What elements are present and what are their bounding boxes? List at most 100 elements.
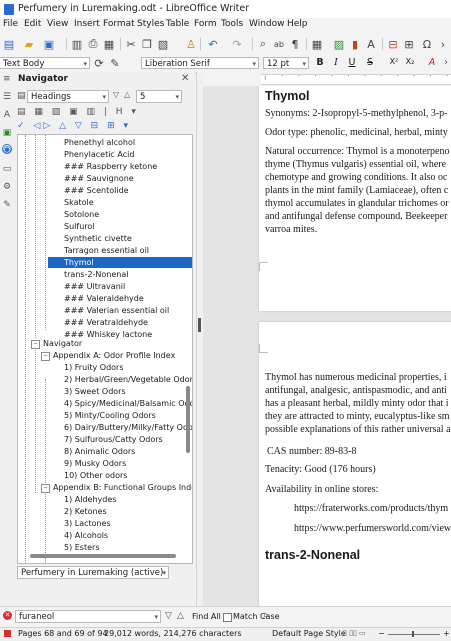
styles-icon[interactable]: A	[2, 110, 12, 120]
page-68[interactable]: Thymol Synonyms: 2-Isopropyl-5-methylphe…	[259, 86, 451, 311]
tree-item[interactable]: ### Raspberry ketone	[64, 161, 157, 172]
menu-view[interactable]: View	[47, 19, 68, 29]
insert-table-icon[interactable]: ▦	[310, 37, 324, 51]
tree-horizontal-scrollbar[interactable]	[30, 554, 176, 558]
clone-formatting-icon[interactable]: ♙	[184, 37, 198, 51]
italic-button[interactable]: I	[330, 57, 342, 68]
zoom-in-icon[interactable]: +	[443, 629, 450, 638]
chevron-up-icon[interactable]: △	[124, 90, 130, 99]
update-style-icon[interactable]: ⟳	[92, 56, 106, 70]
superscript-button[interactable]: X²	[388, 57, 400, 66]
tree-item[interactable]: 8) Animalic Odors	[64, 446, 135, 457]
search-input[interactable]: furaneol ▾	[15, 610, 161, 623]
toolbar2-overflow-icon[interactable]: ›	[440, 57, 451, 68]
document-select[interactable]: Perfumery in Luremaking (active) ▾	[17, 566, 169, 579]
tree-item[interactable]: 1) Fruity Odors	[64, 362, 124, 373]
insert-image-icon[interactable]: ▨	[332, 37, 346, 51]
tree-item[interactable]: 9) Musky Odors	[64, 458, 126, 469]
formatting-marks-icon[interactable]: ¶	[288, 37, 302, 51]
tree-item[interactable]: Phenylacetic Acid	[64, 149, 134, 160]
tree-item[interactable]: Sulfurol	[64, 221, 95, 232]
find-replace-icon[interactable]: ⌕	[263, 610, 269, 621]
navigator-tree[interactable]: Phenethyl alcohol Phenylacetic Acid ### …	[17, 134, 193, 564]
store-link[interactable]: https://fraterworks.com/products/thym	[294, 503, 448, 516]
horizontal-ruler[interactable]: ╷ · · · · · · · · · · · ·	[203, 72, 451, 87]
tree-item[interactable]: ### Ultravanil	[64, 281, 125, 292]
navigator-toolbar-row3[interactable]: ✓ ◁▷ △ ▽ ⊟ ⊞ ▾	[17, 121, 131, 131]
print-preview-icon[interactable]: ▦	[102, 37, 116, 51]
tree-item[interactable]: 3) Sweet Odors	[64, 386, 126, 397]
menu-file[interactable]: File	[3, 19, 18, 29]
close-findbar-icon[interactable]: ✕	[3, 611, 12, 620]
page-icon[interactable]: ▭	[2, 164, 12, 174]
tree-item[interactable]: Synthetic civette	[64, 233, 132, 244]
properties-icon[interactable]: ☰	[2, 92, 12, 102]
tree-section[interactable]: Navigator	[43, 338, 82, 349]
collapse-icon[interactable]: −	[31, 340, 40, 349]
undo-icon[interactable]: ↶	[206, 37, 220, 51]
menu-insert[interactable]: Insert	[74, 19, 100, 29]
style-inspector-icon[interactable]: ⚙	[2, 182, 12, 192]
export-pdf-icon[interactable]: ▥	[70, 37, 84, 51]
content-list-icon[interactable]: ▤	[17, 91, 26, 101]
chevron-down-icon[interactable]: ▽	[113, 90, 119, 99]
spelling-icon[interactable]: ab	[272, 37, 286, 51]
sidebar-menu-icon[interactable]: ≡	[3, 74, 11, 84]
menu-form[interactable]: Form	[194, 19, 217, 29]
menu-format[interactable]: Format	[103, 19, 135, 29]
clear-formatting-icon[interactable]: A	[426, 57, 438, 68]
tree-item[interactable]: 6) Dairy/Buttery/Milky/Fatty Odors	[64, 422, 192, 433]
find-next-icon[interactable]: △	[177, 611, 184, 621]
page-count[interactable]: Pages 68 and 69 of 94	[18, 629, 108, 638]
menu-tools[interactable]: Tools	[221, 19, 243, 29]
tree-item[interactable]: 1) Aldehydes	[64, 494, 116, 505]
page-break-icon[interactable]: ⊟	[386, 37, 400, 51]
store-link[interactable]: https://www.perfumersworld.com/view	[294, 523, 451, 536]
tree-item[interactable]: Skatole	[64, 197, 94, 208]
cut-icon[interactable]: ✂	[124, 37, 138, 51]
tree-item[interactable]: 4) Spicy/Medicinal/Balsamic Odors	[64, 398, 192, 409]
zoom-slider-thumb[interactable]	[412, 631, 414, 637]
copy-icon[interactable]: ❐	[140, 37, 154, 51]
find-previous-icon[interactable]: ▽	[165, 611, 172, 621]
font-size-combo[interactable]: 12 pt ▾	[263, 57, 309, 69]
tree-item[interactable]: ### Veratraldehyde	[64, 317, 148, 328]
menu-styles[interactable]: Styles	[137, 19, 164, 29]
save-icon[interactable]: ▣	[42, 37, 56, 51]
redo-icon[interactable]: ↷	[230, 37, 244, 51]
find-replace-icon[interactable]: ⌕	[256, 37, 270, 51]
new-document-icon[interactable]: ▤	[2, 37, 16, 51]
navigator-toolbar-row2[interactable]: ▤ ▦ ▧ ▣ ▥ | H ▾	[17, 107, 139, 117]
tree-item[interactable]: 3) Lactones	[64, 518, 111, 529]
menu-window[interactable]: Window	[249, 19, 285, 29]
tree-item[interactable]: 2) Herbal/Green/Vegetable Odors	[64, 374, 192, 385]
navigator-icon[interactable]: ◉	[2, 144, 12, 155]
menu-help[interactable]: Help	[287, 19, 308, 29]
tree-item[interactable]: Phenethyl alcohol	[64, 137, 135, 148]
underline-button[interactable]: U	[346, 57, 358, 68]
tree-item[interactable]: 2) Ketones	[64, 506, 107, 517]
page-69[interactable]: Thymol has numerous medicinal properties…	[259, 322, 451, 606]
paragraph-style-combo[interactable]: Text Body ▾	[0, 57, 90, 69]
collapse-icon[interactable]: −	[41, 352, 50, 361]
collapse-icon[interactable]: −	[41, 484, 50, 493]
manage-changes-icon[interactable]: ✎	[2, 200, 12, 210]
subscript-button[interactable]: X₂	[404, 57, 416, 66]
view-layout-icons[interactable]: ▯ ▯▯ ▭	[343, 629, 366, 637]
tree-item-selected[interactable]: Thymol	[48, 257, 192, 268]
print-icon[interactable]: ⎙	[86, 37, 100, 51]
bold-button[interactable]: B	[314, 57, 326, 68]
page-style[interactable]: Default Page Style	[272, 629, 346, 638]
match-case-checkbox[interactable]	[223, 613, 232, 622]
zoom-slider[interactable]	[388, 634, 440, 635]
tree-item[interactable]: 4) Alcohols	[64, 530, 108, 541]
paste-icon[interactable]: ▧	[156, 37, 170, 51]
tree-item[interactable]: Tarragon essential oil	[64, 245, 149, 256]
outline-level-spin[interactable]: 5 ▾	[136, 90, 182, 103]
toolbar-overflow-icon[interactable]: ›	[436, 37, 450, 51]
insert-chart-icon[interactable]: ▮	[348, 37, 362, 51]
zoom-out-icon[interactable]: −	[378, 629, 385, 638]
find-all-button[interactable]: Find All	[192, 612, 221, 621]
tree-item[interactable]: ### Scentolide	[64, 185, 129, 196]
tree-item[interactable]: ### Valerian essential oil	[64, 305, 169, 316]
